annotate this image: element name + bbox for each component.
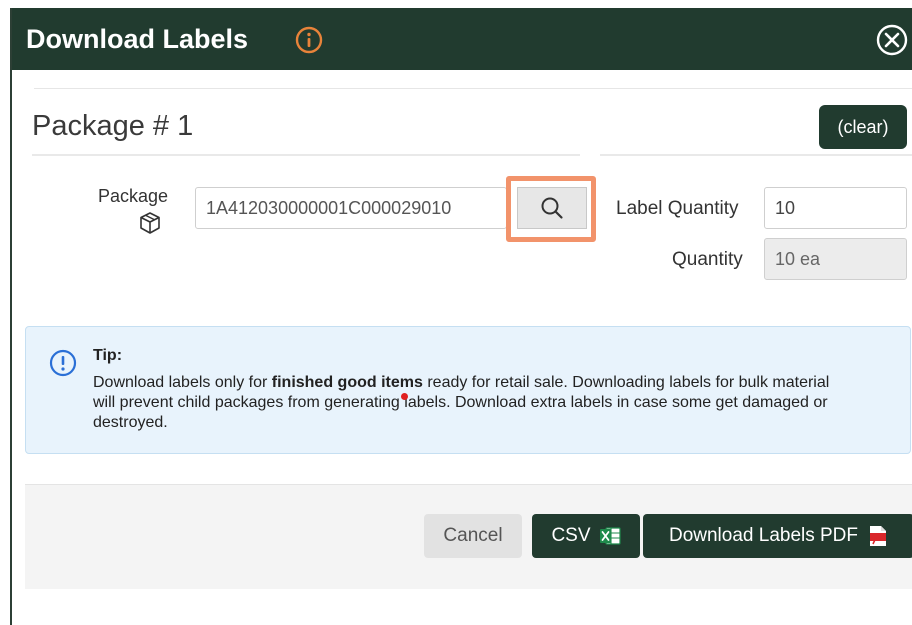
pdf-icon: [870, 526, 887, 546]
cancel-button[interactable]: Cancel: [424, 514, 522, 558]
cancel-label: Cancel: [443, 525, 503, 546]
package-label: Package: [98, 186, 169, 206]
cursor-marker: [401, 393, 408, 400]
clear-button[interactable]: (clear): [819, 105, 907, 149]
tip-box: Tip: Download labels only for finished g…: [25, 326, 911, 454]
quantity-label: Quantity: [672, 249, 743, 270]
tip-text: Download labels only for finished good i…: [93, 373, 843, 433]
tip-title: Tip:: [93, 347, 123, 364]
download-pdf-button[interactable]: Download Labels PDF: [643, 514, 912, 558]
quantity-field: [764, 238, 907, 280]
pdf-label: Download Labels PDF: [668, 525, 859, 546]
package-title: Package # 1: [32, 110, 194, 142]
csv-button[interactable]: CSV: [532, 514, 640, 558]
section-separator-right: [600, 154, 912, 156]
tip-text-bold: finished good items: [271, 374, 423, 391]
box-icon: [140, 212, 160, 234]
tip-info-icon: [49, 349, 77, 377]
search-icon: [541, 197, 563, 219]
excel-icon: [599, 527, 621, 545]
package-input[interactable]: [195, 187, 507, 229]
section-separator-left: [32, 154, 580, 156]
top-divider: [34, 88, 912, 89]
tip-text-before: Download labels only for: [93, 374, 272, 391]
info-icon[interactable]: [295, 26, 323, 54]
csv-label: CSV: [551, 525, 591, 546]
dialog-header: Download Labels: [12, 8, 912, 70]
label-quantity-input[interactable]: [764, 187, 907, 229]
label-quantity-label: Label Quantity: [616, 198, 739, 219]
dialog-title: Download Labels: [26, 24, 249, 54]
download-labels-dialog: Download Labels Package # 1 (clear) Pack…: [10, 8, 912, 625]
close-icon[interactable]: [876, 24, 908, 56]
search-button[interactable]: [517, 187, 587, 229]
